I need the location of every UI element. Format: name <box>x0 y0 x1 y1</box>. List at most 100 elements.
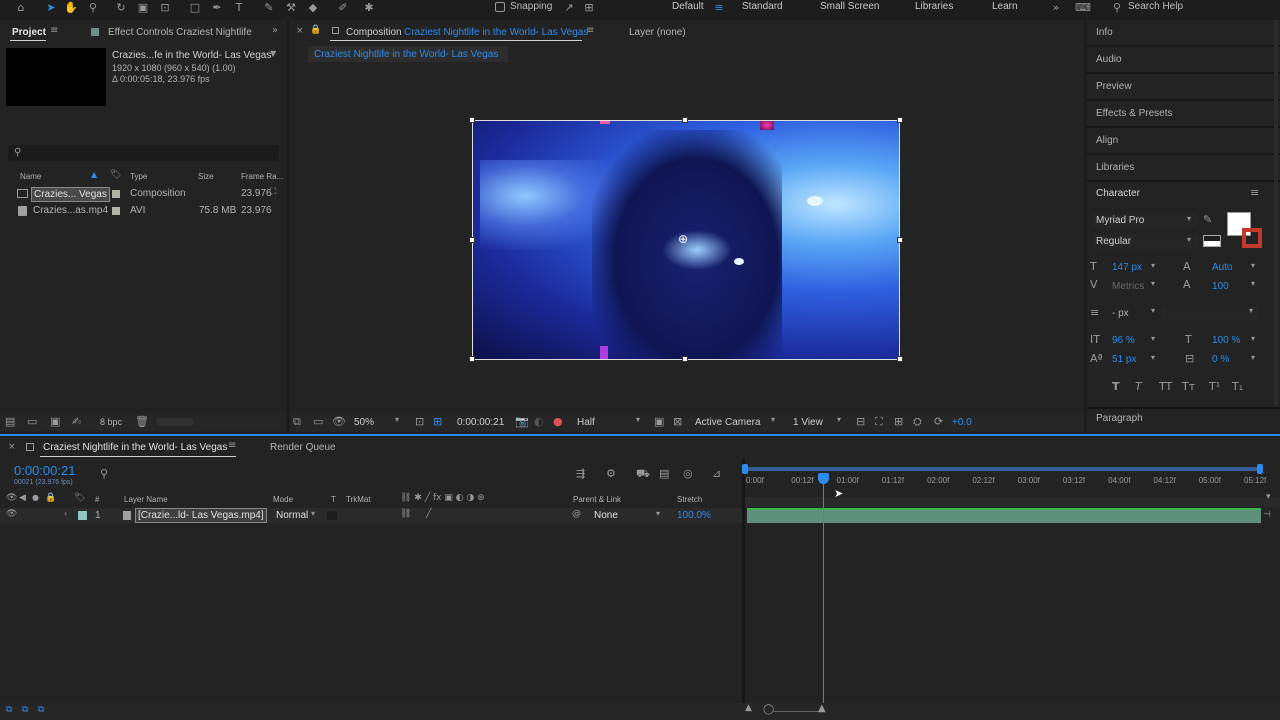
tab-timeline[interactable]: Craziest Nightlife in the World- Las Veg… <box>43 442 227 453</box>
snapshot-icon[interactable]: 📷 <box>515 415 529 428</box>
zoom-slider[interactable] <box>773 711 821 712</box>
quality-icon[interactable]: ╱ <box>426 509 431 519</box>
thumbnail-zoom-slider[interactable] <box>156 418 194 426</box>
tab-effect-controls[interactable]: Effect Controls Craziest Nightlife <box>108 27 252 38</box>
transform-handle[interactable] <box>682 356 688 362</box>
chevron-down-icon[interactable]: ▾ <box>1151 306 1155 315</box>
transform-handle[interactable] <box>897 237 903 243</box>
resolution-dropdown[interactable]: Half <box>577 417 595 428</box>
workspace-standard[interactable]: Standard <box>742 1 783 12</box>
list-item[interactable]: Crazies...as.mp4 AVI 75.8 MB 23.976 <box>0 203 286 219</box>
snap-option-icon[interactable]: ↗ <box>560 0 578 14</box>
work-area-start-handle[interactable] <box>742 464 748 474</box>
bit-depth[interactable]: 8 bpc <box>100 417 122 427</box>
faux-bold-icon[interactable]: T <box>1112 380 1120 393</box>
region-of-interest-icon[interactable]: ▣ <box>654 415 664 428</box>
timeline-link-icon[interactable]: ⊞ <box>894 415 903 428</box>
expand-chevron-icon[interactable]: › <box>64 509 67 518</box>
tab-render-queue[interactable]: Render Queue <box>270 442 336 453</box>
brush-tool-icon[interactable]: ✎ <box>260 0 278 14</box>
tab-composition-prefix[interactable]: Composition <box>346 27 402 38</box>
timeline-search-input[interactable] <box>114 467 284 479</box>
chevron-down-icon[interactable]: ▾ <box>1251 334 1255 343</box>
video-toggle-icon[interactable]: 👁 <box>6 493 17 503</box>
transform-handle[interactable] <box>469 237 475 243</box>
column-size[interactable]: Size <box>198 172 214 181</box>
layer-duration-bar[interactable] <box>747 508 1261 523</box>
panel-audio[interactable]: Audio <box>1096 54 1122 65</box>
column-trkmat[interactable]: TrkMat <box>346 495 371 504</box>
breadcrumb[interactable]: Craziest Nightlife in the World- Las Veg… <box>308 46 508 62</box>
zoom-out-icon[interactable]: ▲ <box>745 703 752 713</box>
zoom-in-icon[interactable]: ▲ <box>818 703 826 714</box>
column-stretch[interactable]: Stretch <box>677 495 702 504</box>
label-color-chip[interactable] <box>112 207 120 215</box>
label-color-chip[interactable] <box>78 511 87 520</box>
video-visible-icon[interactable]: 👁 <box>6 509 17 519</box>
edit-workspaces-icon[interactable]: ⌨ <box>1074 0 1092 14</box>
column-layer-name[interactable]: Layer Name <box>124 495 168 504</box>
rotate-tool-icon[interactable]: ↻ <box>112 0 130 14</box>
chevron-down-icon[interactable]: ▾ <box>656 509 660 518</box>
subscript-icon[interactable]: T₁ <box>1232 380 1243 393</box>
collapse-transform-icon[interactable]: ⛓ <box>400 509 411 519</box>
panel-align[interactable]: Align <box>1096 135 1118 146</box>
chevron-down-icon[interactable]: ▾ <box>1251 261 1255 270</box>
transform-handle[interactable] <box>897 356 903 362</box>
workspace-menu-icon[interactable]: ≡ <box>710 0 728 14</box>
column-mode[interactable]: Mode <box>273 495 293 504</box>
fast-previews-icon[interactable]: ⛶ <box>875 415 883 429</box>
always-preview-icon[interactable]: ⧉ <box>293 415 301 429</box>
workspace-default[interactable]: Default <box>672 1 704 12</box>
show-snapshot-icon[interactable]: ◐ <box>534 415 544 428</box>
label-tag-icon[interactable]: 🏷 <box>74 493 85 503</box>
search-help-input[interactable]: Search Help <box>1128 1 1183 12</box>
font-style-dropdown[interactable]: Regular ▾ <box>1093 234 1197 249</box>
panel-paragraph[interactable]: Paragraph <box>1096 413 1143 424</box>
exposure-value[interactable]: +0.0 <box>952 417 972 428</box>
item-dropdown-icon[interactable]: ▼ <box>270 49 276 58</box>
hand-tool-icon[interactable]: ✋ <box>62 0 80 14</box>
chevron-down-icon[interactable]: ▾ <box>837 415 841 424</box>
zoom-dropdown[interactable]: 50% <box>354 417 374 428</box>
horizontal-scale-value[interactable]: 100 % <box>1212 335 1240 346</box>
transform-handle[interactable] <box>469 356 475 362</box>
all-caps-icon[interactable]: TT <box>1159 380 1172 393</box>
transform-handle[interactable] <box>469 117 475 123</box>
faux-italic-icon[interactable]: T <box>1135 380 1142 393</box>
superscript-icon[interactable]: T¹ <box>1209 380 1220 393</box>
flowchart-icon[interactable]: ⛭ <box>913 415 922 429</box>
anchor-point-icon[interactable]: ⊕ <box>678 232 688 246</box>
type-tool-icon[interactable]: T <box>230 0 248 14</box>
grid-toggle-icon[interactable]: ⊠ <box>673 415 682 428</box>
eraser-tool-icon[interactable]: ◆ <box>304 0 322 14</box>
table-row[interactable]: 👁 › 1 [Crazie...ld- Las Vegas.mp4] Norma… <box>0 508 744 523</box>
transform-handle[interactable] <box>897 117 903 123</box>
delete-icon[interactable]: 🗑 <box>135 415 149 428</box>
layer-out-point-icon[interactable]: ⊣ <box>1263 510 1271 520</box>
viewer-timecode[interactable]: 0:00:00:21 <box>457 417 504 428</box>
search-icon[interactable]: ⚲ <box>100 467 108 480</box>
work-area-end-handle[interactable] <box>1257 464 1263 474</box>
column-name[interactable]: Name <box>20 172 41 181</box>
transparency-grid-icon[interactable]: ⊞ <box>433 415 442 428</box>
chevron-down-icon[interactable]: ▾ <box>395 415 399 424</box>
panel-menu-icon[interactable]: ≡ <box>586 25 594 36</box>
list-item[interactable]: Crazies... Vegas Composition 23.976 ⛶ <box>0 186 286 202</box>
chevron-down-icon[interactable]: ▾ <box>636 415 640 424</box>
label-tag-icon[interactable]: 🏷 <box>110 170 121 180</box>
switches-toggle-icon[interactable]: ⧉ <box>6 705 12 715</box>
baseline-shift-value[interactable]: 51 px <box>1112 354 1136 365</box>
pen-tool-icon[interactable]: ✒ <box>208 0 226 14</box>
leading-value[interactable]: Auto <box>1212 262 1233 273</box>
audio-toggle-icon[interactable]: ◀ <box>19 493 26 503</box>
column-parent-link[interactable]: Parent & Link <box>573 495 621 504</box>
chevron-down-icon[interactable]: ▾ <box>1251 353 1255 362</box>
toggle-pixel-aspect-icon[interactable]: ⊟ <box>856 415 865 428</box>
column-type[interactable]: Type <box>130 172 147 181</box>
chevron-down-icon[interactable]: ▾ <box>1151 353 1155 362</box>
current-timecode[interactable]: 0:00:00:21 <box>14 463 75 478</box>
pan-behind-tool-icon[interactable]: ⊡ <box>156 0 174 14</box>
rectangle-tool-icon[interactable]: □ <box>186 0 204 14</box>
workspace-overflow-icon[interactable]: » <box>1047 0 1065 14</box>
